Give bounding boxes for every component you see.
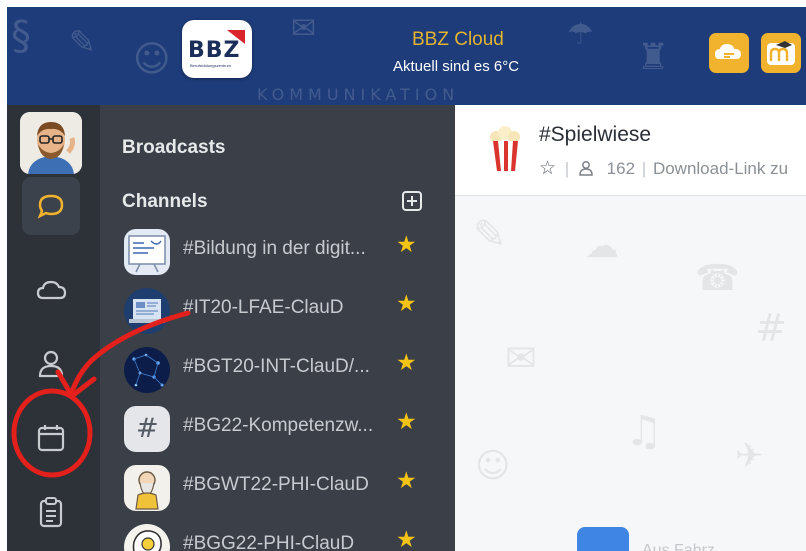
calendar-icon — [37, 425, 65, 452]
rail-item-chat[interactable] — [22, 177, 80, 235]
whiteboard-thumbnail — [124, 229, 170, 275]
chat-bubble-icon — [37, 194, 64, 219]
channel-item[interactable]: # #BG22-Kompetenzw... ★ — [100, 399, 455, 457]
star-icon[interactable]: ★ — [396, 468, 417, 494]
doodle-icon: ✉ — [291, 11, 317, 46]
doodle-icon: ♫ — [625, 406, 663, 455]
add-channel-icon[interactable] — [402, 191, 422, 211]
doodle-icon: ✈ — [735, 436, 764, 476]
laptop-thumbnail — [124, 288, 170, 334]
avatar-icon — [20, 112, 82, 174]
popcorn-icon — [487, 125, 523, 173]
doodle-icon: ✉ — [505, 336, 537, 380]
app-window: § ✎ ☺ ✉ ☂ ♜ KOMMUNIKATION BBZ Berufsbild… — [7, 7, 806, 551]
member-count[interactable]: 162 — [607, 159, 635, 178]
star-icon[interactable]: ★ — [396, 232, 417, 258]
channel-item[interactable]: #BGG22-PHI-ClauD ★ — [100, 517, 455, 551]
doodle-icon: ✎ — [69, 23, 96, 61]
channel-label: #Bildung in der digit... — [183, 238, 366, 259]
app-title: BBZ Cloud — [412, 29, 504, 50]
channel-item[interactable]: #IT20-LFAE-ClauD ★ — [100, 281, 455, 339]
channel-label: #BG22-Kompetenzw... — [183, 415, 374, 436]
cloud-chat-icon — [715, 44, 741, 59]
cloud-chat-button[interactable] — [709, 33, 749, 73]
chat-description: Download-Link zu — [652, 159, 789, 178]
chat-title: #Spielwiese — [539, 123, 652, 146]
user-icon — [38, 350, 64, 378]
hashtag-icon: # — [124, 406, 170, 452]
channel-item[interactable]: #Bildung in der digit... ★ — [100, 222, 455, 280]
doodle-icon: ☺ — [133, 39, 171, 80]
message-list: ✎ ☁ ☎ # ✉ ♫ ☺ ✈ Aus Fahrz... — [455, 196, 806, 551]
separator: | — [641, 159, 647, 178]
favorite-star-icon[interactable]: ☆ — [539, 157, 556, 179]
channel-item[interactable]: #BGWT22-PHI-ClauD ★ — [100, 458, 455, 516]
philosopher-thumbnail — [124, 465, 170, 511]
chat-header: #Spielwiese ☆ | 162 | Download-Link zu — [455, 105, 806, 196]
lightbulb-head-icon — [124, 524, 170, 551]
network-thumbnail — [124, 347, 170, 393]
top-header: § ✎ ☺ ✉ ☂ ♜ KOMMUNIKATION BBZ Berufsbild… — [7, 7, 806, 105]
moodle-button[interactable] — [761, 33, 801, 73]
doodle-icon: ✎ — [473, 212, 507, 258]
popcorn-svg — [490, 126, 520, 171]
cloud-icon — [36, 280, 67, 300]
doodle-icon: ☎ — [695, 258, 740, 299]
doodle-icon: § — [11, 13, 31, 59]
rail-item-calendar[interactable] — [22, 409, 80, 467]
channel-panel: Broadcasts Channels #Bildung in der digi… — [100, 105, 455, 551]
whiteboard-thumbnail-icon — [124, 229, 170, 275]
channel-label: #IT20-LFAE-ClauD — [183, 297, 344, 318]
bbz-logo[interactable]: BBZ Berufsbildungszentrum — [182, 20, 252, 78]
star-icon[interactable]: ★ — [396, 527, 417, 551]
laptop-thumbnail-icon — [124, 288, 170, 334]
logo-subtext: Berufsbildungszentrum — [190, 63, 231, 68]
message-preview: Aus Fahrz... — [642, 542, 729, 551]
message-avatar[interactable] — [577, 527, 629, 551]
channel-label: #BGWT22-PHI-ClauD — [183, 474, 369, 495]
doodle-icon: ☁ — [585, 226, 619, 266]
broadcasts-heading[interactable]: Broadcasts — [122, 137, 226, 159]
clipboard-icon — [39, 497, 63, 528]
star-icon[interactable]: ★ — [396, 409, 417, 435]
rail-item-profile[interactable] — [22, 335, 80, 393]
logo-text: BBZ — [188, 38, 241, 63]
channel-label: #BGT20-INT-ClauD/... — [183, 356, 370, 377]
doodle-icon: # — [755, 306, 787, 350]
network-thumbnail-icon — [124, 347, 170, 393]
user-avatar[interactable] — [20, 112, 82, 174]
separator: | — [564, 159, 570, 178]
members-icon[interactable] — [578, 160, 594, 176]
lightbulb-head-thumbnail — [124, 524, 170, 551]
philosopher-thumbnail-icon — [124, 465, 170, 511]
channels-heading: Channels — [122, 191, 208, 212]
doodle-icon: ☂ — [567, 17, 594, 52]
rail-item-tasks[interactable] — [22, 483, 80, 541]
header-watermark: KOMMUNIKATION — [257, 85, 460, 104]
rail-item-cloud[interactable] — [22, 261, 80, 319]
moodle-icon — [767, 41, 795, 65]
channel-label: #BGG22-PHI-ClauD — [183, 533, 355, 551]
star-icon[interactable]: ★ — [396, 291, 417, 317]
doodle-icon: ☺ — [475, 446, 511, 486]
chat-meta: ☆ | 162 | Download-Link zu — [539, 157, 788, 179]
chat-area: #Spielwiese ☆ | 162 | Download-Link zu ✎… — [455, 105, 806, 551]
star-icon[interactable]: ★ — [396, 350, 417, 376]
channel-item[interactable]: #BGT20-INT-ClauD/... ★ — [100, 340, 455, 398]
weather-text: Aktuell sind es 6°C — [393, 58, 520, 75]
icon-rail — [7, 105, 100, 551]
doodle-icon: ♜ — [637, 37, 670, 78]
